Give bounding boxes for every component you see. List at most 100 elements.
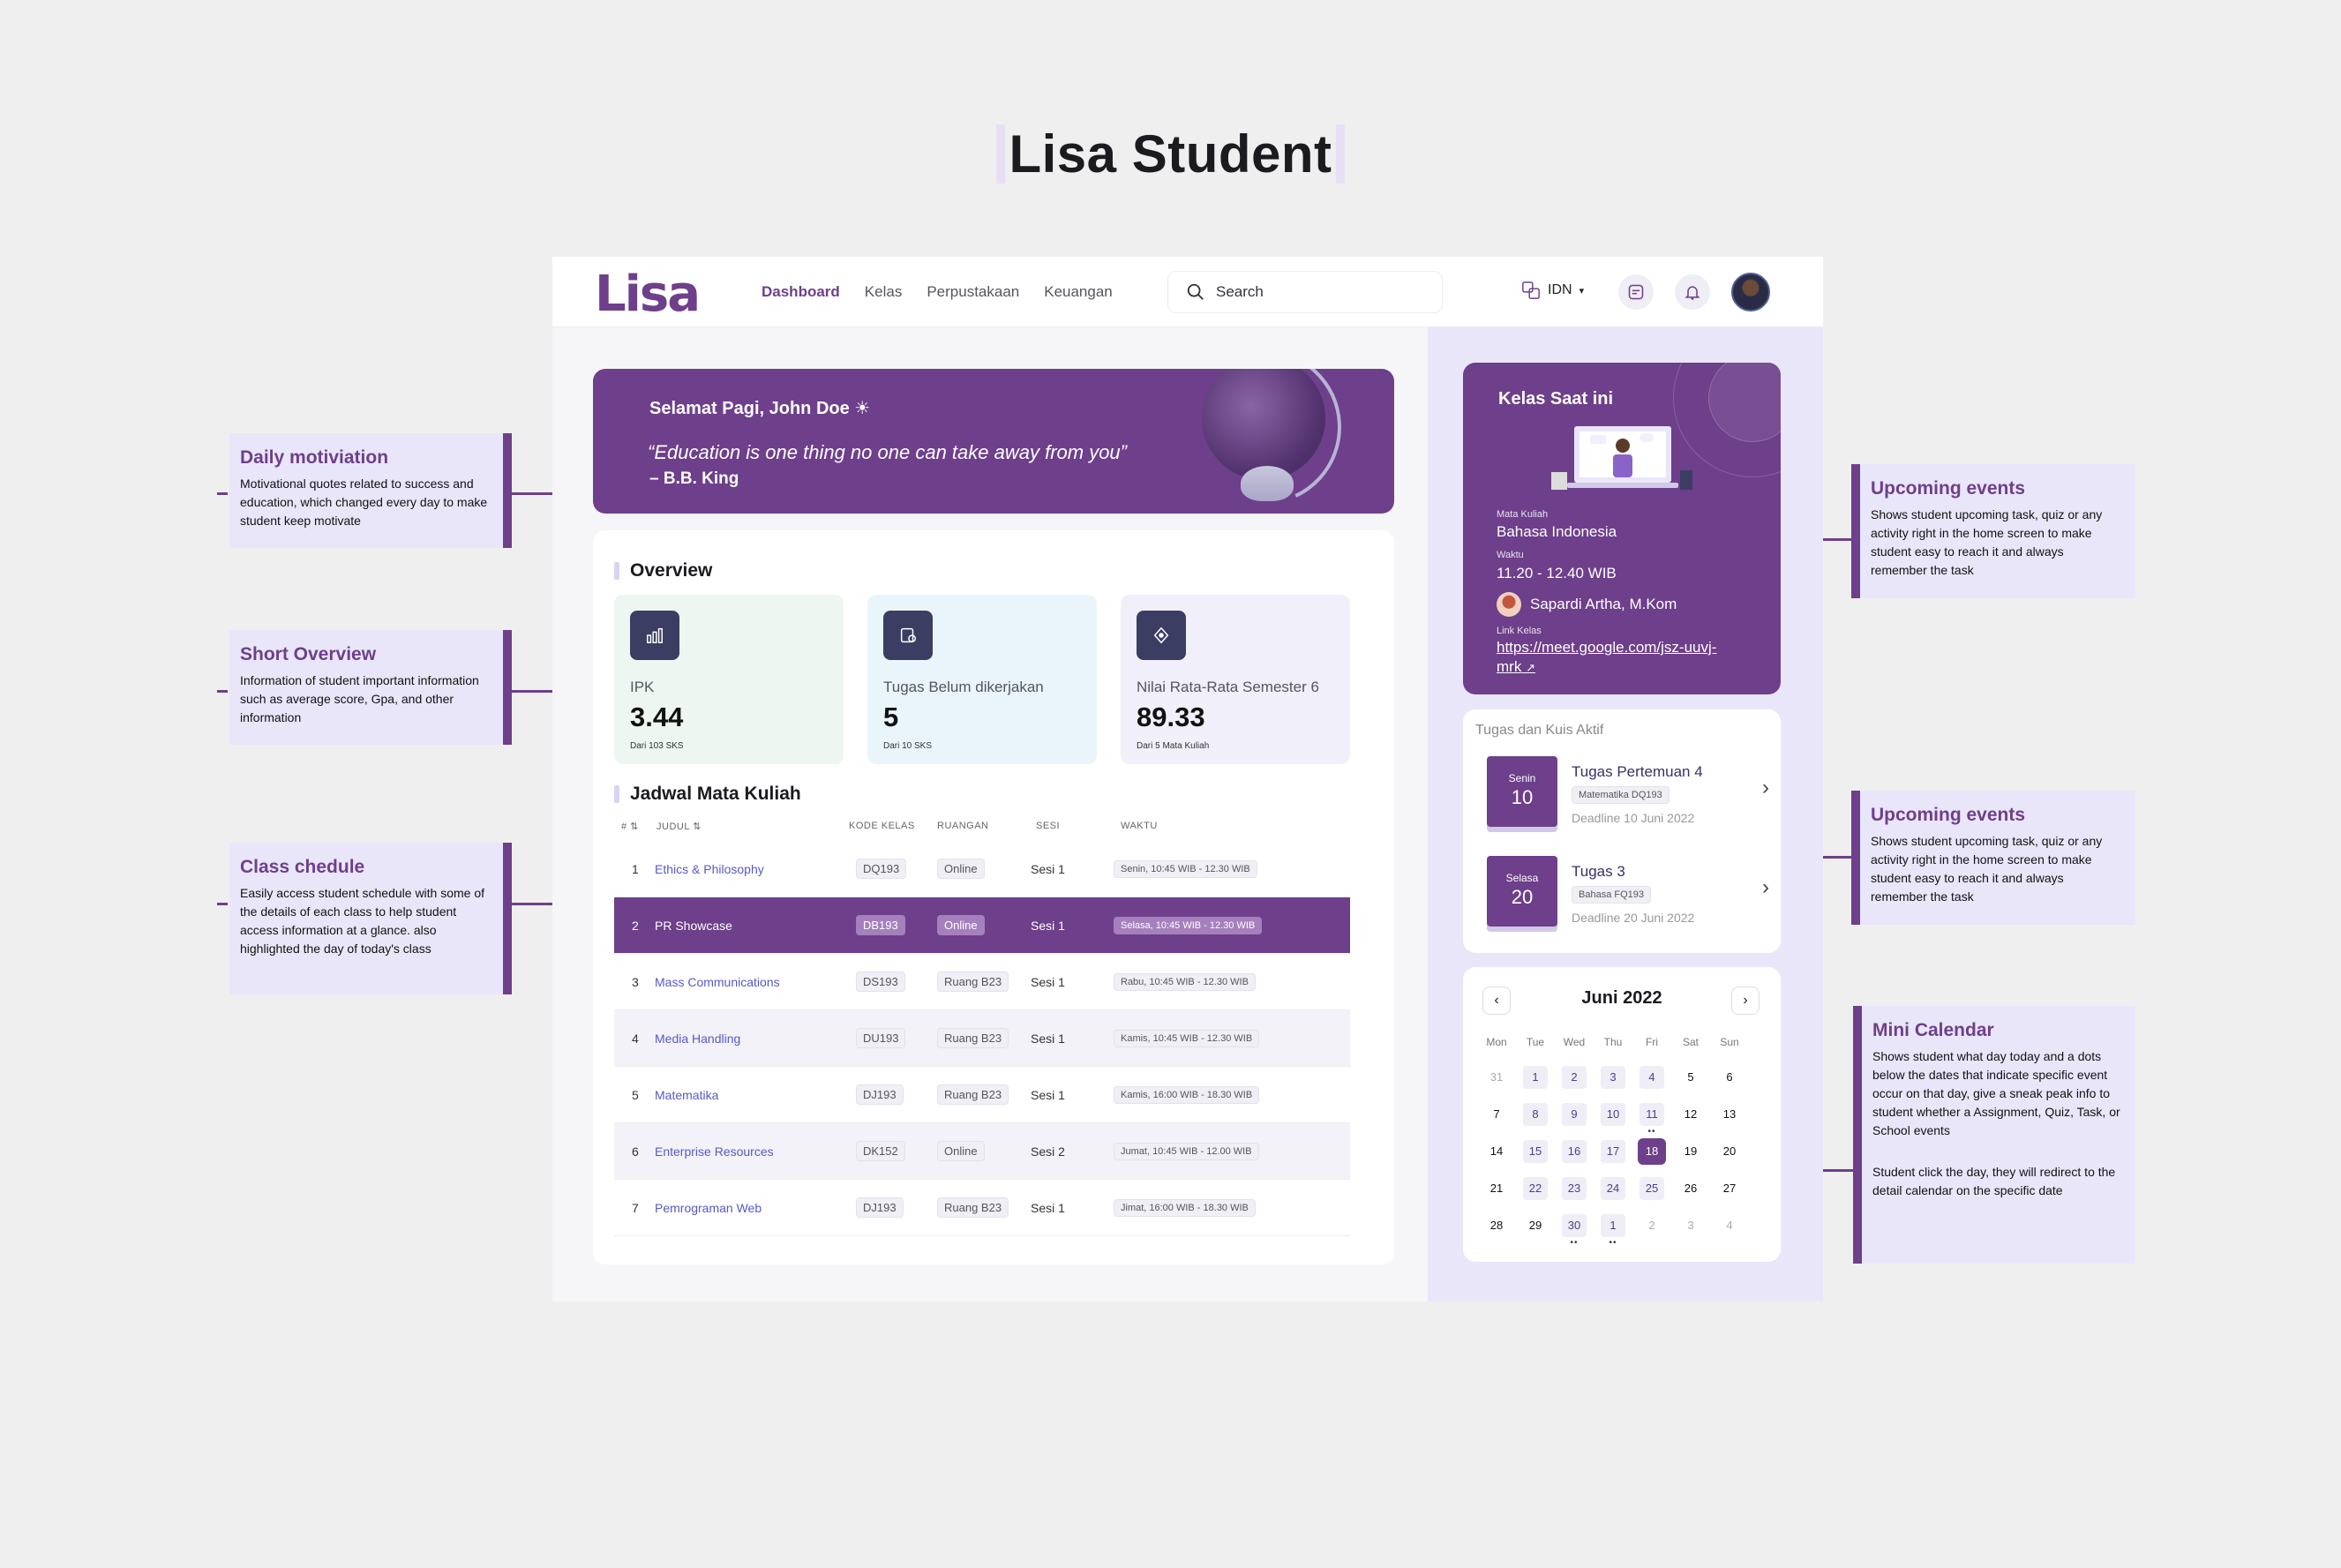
- calendar-day[interactable]: 24: [1594, 1175, 1632, 1202]
- next-month-button[interactable]: ›: [1731, 987, 1760, 1015]
- calendar-day[interactable]: 23: [1555, 1175, 1594, 1202]
- calendar-day-today[interactable]: 18: [1632, 1138, 1671, 1165]
- row-number: 6: [632, 1144, 639, 1159]
- session: Sesi 1: [1031, 1087, 1065, 1102]
- daily-quote: “Education is one thing no one can take …: [648, 441, 1127, 463]
- calendar-day[interactable]: 14: [1477, 1138, 1516, 1165]
- course-title-link[interactable]: PR Showcase: [639, 919, 849, 933]
- calendar-day[interactable]: 17: [1594, 1138, 1632, 1165]
- room: Ruang B23: [937, 972, 1031, 992]
- calendar-day[interactable]: 27: [1710, 1175, 1749, 1202]
- class-link[interactable]: https://meet.google.com/jsz-uuvj-mrk ↗: [1497, 638, 1726, 678]
- row-number: 5: [632, 1087, 639, 1102]
- calendar-day[interactable]: 3: [1671, 1212, 1710, 1239]
- page-title: Lisa Student: [0, 124, 2341, 184]
- calendar-day[interactable]: 26: [1671, 1175, 1710, 1202]
- nav-dashboard[interactable]: Dashboard: [762, 283, 840, 301]
- calendar-day[interactable]: 2: [1632, 1212, 1671, 1239]
- course-title-link[interactable]: Mass Communications: [639, 975, 849, 989]
- time: Selasa, 10:45 WIB - 12.30 WIB: [1114, 916, 1343, 934]
- calendar-day[interactable]: 11: [1632, 1101, 1671, 1137]
- calendar-day[interactable]: 1: [1594, 1212, 1632, 1248]
- chat-button[interactable]: [1618, 274, 1654, 310]
- stat-subtext: Dari 103 SKS: [630, 741, 684, 751]
- course-title-link[interactable]: Pemrograman Web: [639, 1201, 849, 1215]
- calendar-day[interactable]: 15: [1516, 1138, 1555, 1165]
- task-item[interactable]: Senin 10 Tugas Pertemuan 4 Matematika DQ…: [1487, 756, 1769, 829]
- header-judul[interactable]: JUDUL ⇅: [639, 821, 849, 832]
- calendar-day[interactable]: 16: [1555, 1138, 1594, 1165]
- annotation-text-2: Student click the day, they will redirec…: [1872, 1165, 2116, 1197]
- task-title: Tugas 3: [1572, 863, 1625, 880]
- calendar-day[interactable]: 9: [1555, 1101, 1594, 1128]
- calendar-day[interactable]: 4: [1632, 1064, 1671, 1091]
- annotation-title: Class chedule: [240, 857, 365, 877]
- course-title-link[interactable]: Matematika: [639, 1088, 849, 1102]
- calendar-day[interactable]: 1: [1516, 1064, 1555, 1091]
- session: Sesi 1: [1031, 1031, 1065, 1046]
- table-row[interactable]: 7 Pemrograman Web DJ193 Ruang B23 Sesi 1 Jima…: [614, 1180, 1350, 1236]
- table-row[interactable]: 4 Media Handling DU193 Ruang B23 Sesi 1 Kamis…: [614, 1010, 1350, 1067]
- nav-keuangan[interactable]: Keuangan: [1044, 283, 1113, 301]
- table-row[interactable]: 2 PR Showcase DB193 Online Sesi 1 Selasa, 10:…: [614, 897, 1350, 954]
- notification-button[interactable]: [1675, 274, 1710, 310]
- stat-label: IPK: [630, 679, 655, 695]
- calendar-day[interactable]: 4: [1710, 1212, 1749, 1239]
- room: Ruang B23: [937, 1084, 1031, 1105]
- schedule-title: Jadwal Mata Kuliah: [614, 784, 801, 805]
- class-code: DK152: [849, 1141, 937, 1161]
- table-row[interactable]: 5 Matematika DJ193 Ruang B23 Sesi 1 Kamis, 16…: [614, 1067, 1350, 1123]
- chevron-right-icon: ›: [1743, 993, 1748, 1008]
- calendar-day[interactable]: 28: [1477, 1212, 1516, 1239]
- table-row[interactable]: 6 Enterprise Resources DK152 Online Sesi 2 Ju…: [614, 1123, 1350, 1180]
- stat-nilai: Nilai Rata-Rata Semester 6 89.33 Dari 5 …: [1121, 595, 1350, 764]
- language-label: IDN: [1548, 282, 1572, 297]
- nav-kelas[interactable]: Kelas: [865, 283, 903, 301]
- calendar-day[interactable]: 21: [1477, 1175, 1516, 1202]
- calendar-day[interactable]: 7: [1477, 1101, 1516, 1128]
- user-avatar[interactable]: [1731, 273, 1770, 311]
- calendar-day[interactable]: 3: [1594, 1064, 1632, 1091]
- task-title: Tugas Pertemuan 4: [1572, 763, 1703, 780]
- header-no[interactable]: # ⇅: [614, 821, 639, 832]
- chevron-right-icon[interactable]: ›: [1762, 776, 1769, 800]
- calendar-day[interactable]: 13: [1710, 1101, 1749, 1128]
- calendar-day[interactable]: 20: [1710, 1138, 1749, 1165]
- calendar-grid: MonTueWedThuFriSatSun3112345678910111213…: [1477, 1036, 1749, 1248]
- language-selector[interactable]: IDN ▾: [1521, 281, 1584, 300]
- chevron-right-icon[interactable]: ›: [1762, 875, 1769, 900]
- lecturer-avatar: [1497, 592, 1521, 617]
- class-code: DJ193: [849, 1084, 937, 1105]
- nav-perpustakaan[interactable]: Perpustakaan: [927, 283, 1019, 301]
- calendar-day[interactable]: 2: [1555, 1064, 1594, 1091]
- calendar-day[interactable]: 10: [1594, 1101, 1632, 1128]
- calendar-day[interactable]: 12: [1671, 1101, 1710, 1128]
- row-number: 7: [632, 1200, 639, 1215]
- annotation-text: Information of student important informa…: [240, 673, 479, 724]
- calendar-weekday: Wed: [1563, 1036, 1586, 1048]
- annotation-text: Shows student upcoming task, quiz or any…: [1871, 507, 2103, 577]
- calendar-day[interactable]: 6: [1710, 1064, 1749, 1091]
- calendar-day[interactable]: 29: [1516, 1212, 1555, 1239]
- course-title-link[interactable]: Ethics & Philosophy: [639, 862, 849, 876]
- calendar-day[interactable]: 5: [1671, 1064, 1710, 1091]
- task-item[interactable]: Selasa 20 Tugas 3 Bahasa FQ193 Deadline …: [1487, 856, 1769, 928]
- calendar-weekday: Fri: [1646, 1036, 1658, 1048]
- calendar-day[interactable]: 31: [1477, 1064, 1516, 1091]
- time: Jumat, 10:45 WIB - 12.00 WIB: [1114, 1142, 1343, 1160]
- calendar-day[interactable]: 8: [1516, 1101, 1555, 1128]
- motivation-banner: Selamat Pagi, John Doe ☀ “Education is o…: [593, 369, 1394, 514]
- course-title-link[interactable]: Enterprise Resources: [639, 1144, 849, 1159]
- lisa-logo[interactable]: Lisa: [595, 266, 701, 323]
- search-input[interactable]: Search: [1167, 271, 1443, 313]
- table-row[interactable]: 3 Mass Communications DS193 Ruang B23 Sesi 1…: [614, 954, 1350, 1010]
- calendar-day[interactable]: 19: [1671, 1138, 1710, 1165]
- table-row[interactable]: 1 Ethics & Philosophy DQ193 Online Sesi 1 Sen…: [614, 841, 1350, 897]
- waktu-value: 11.20 - 12.40 WIB: [1497, 565, 1617, 581]
- calendar-day[interactable]: 22: [1516, 1175, 1555, 1202]
- calendar-day[interactable]: 30: [1555, 1212, 1594, 1248]
- search-placeholder: Search: [1216, 283, 1264, 300]
- row-number: 2: [632, 918, 639, 933]
- course-title-link[interactable]: Media Handling: [639, 1032, 849, 1046]
- calendar-day[interactable]: 25: [1632, 1175, 1671, 1202]
